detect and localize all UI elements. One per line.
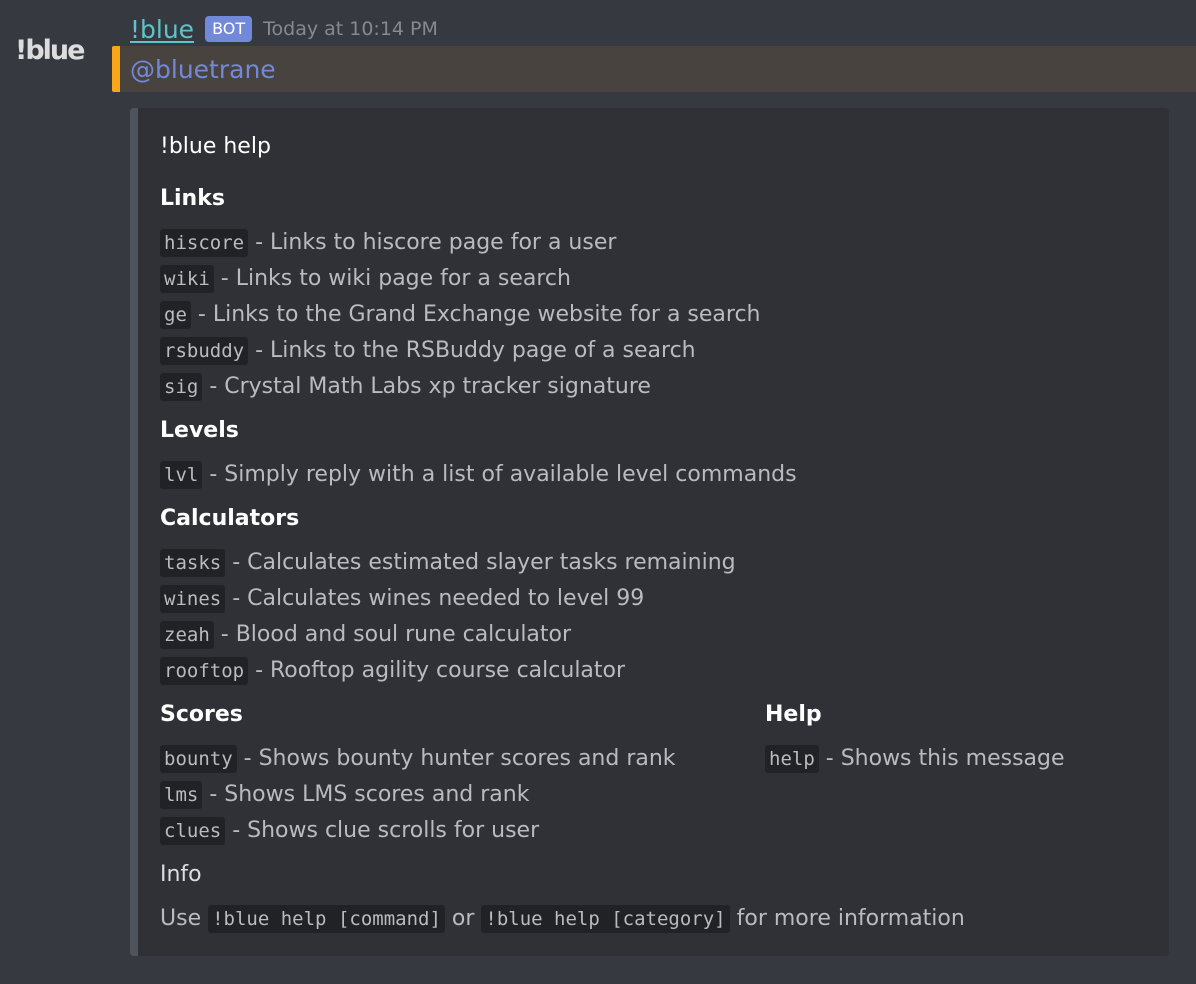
command-description: - Links to the Grand Exchange website fo… <box>197 302 761 327</box>
command-description: - Calculates estimated slayer tasks rema… <box>232 550 736 575</box>
bot-badge: BOT <box>205 16 253 42</box>
user-mention[interactable]: @bluetrane <box>130 53 276 87</box>
command-code: wines <box>160 585 226 613</box>
info-or: or <box>451 906 475 931</box>
command-code: bounty <box>160 745 237 773</box>
message-header: !blue BOT Today at 10:14 PM <box>130 11 438 47</box>
command-row: zeah - Blood and soul rune calculator <box>160 618 571 652</box>
command-code: lms <box>160 781 203 809</box>
command-code: tasks <box>160 549 226 577</box>
command-code: rooftop <box>160 657 249 685</box>
command-description: - Simply reply with a list of available … <box>209 462 797 487</box>
info-tail: for more information <box>736 906 965 931</box>
field-title-scores: Scores <box>160 702 243 727</box>
command-description: - Links to the RSBuddy page of a search <box>255 338 696 363</box>
command-row: bounty - Shows bounty hunter scores and … <box>160 742 676 776</box>
field-title-calculators: Calculators <box>160 506 300 531</box>
command-description: - Shows bounty hunter scores and rank <box>243 746 676 771</box>
command-row: sig - Crystal Math Labs xp tracker signa… <box>160 370 651 404</box>
command-row: tasks - Calculates estimated slayer task… <box>160 546 736 580</box>
command-code: !blue help [category] <box>481 905 730 933</box>
field-title-levels: Levels <box>160 418 239 443</box>
info-title: Info <box>160 862 202 887</box>
command-row: wiki - Links to wiki page for a search <box>160 262 571 296</box>
command-row: clues - Shows clue scrolls for user <box>160 814 539 848</box>
command-description: - Shows this message <box>825 746 1065 771</box>
field-title-help: Help <box>765 702 822 727</box>
message-timestamp: Today at 10:14 PM <box>263 18 438 40</box>
command-code: sig <box>160 373 203 401</box>
command-description: - Rooftop agility course calculator <box>255 658 626 683</box>
command-code: clues <box>160 817 226 845</box>
field-title-links: Links <box>160 186 225 211</box>
embed-title: !blue help <box>160 134 271 159</box>
author-name[interactable]: !blue <box>130 15 194 44</box>
command-description: - Links to hiscore page for a user <box>255 230 617 255</box>
command-code: ge <box>160 301 191 329</box>
command-description: - Blood and soul rune calculator <box>220 622 572 647</box>
command-code: hiscore <box>160 229 249 257</box>
command-code: help <box>765 745 819 773</box>
command-row: help - Shows this message <box>765 742 1065 776</box>
command-code: wiki <box>160 265 214 293</box>
command-row: rooftop - Rooftop agility course calcula… <box>160 654 625 688</box>
command-code: zeah <box>160 621 214 649</box>
command-description: - Shows clue scrolls for user <box>232 818 540 843</box>
command-code: rsbuddy <box>160 337 249 365</box>
command-row: ge - Links to the Grand Exchange website… <box>160 298 761 332</box>
command-description: - Calculates wines needed to level 99 <box>232 586 645 611</box>
bot-avatar[interactable]: !blue <box>15 32 85 70</box>
command-description: - Shows LMS scores and rank <box>209 782 530 807</box>
command-row: wines - Calculates wines needed to level… <box>160 582 644 616</box>
help-embed: !blue help Links hiscore - Links to hisc… <box>130 108 1169 956</box>
command-row: lms - Shows LMS scores and rank <box>160 778 529 812</box>
command-row: hiscore - Links to hiscore page for a us… <box>160 226 616 260</box>
command-code: !blue help [command] <box>208 905 445 933</box>
info-use: Use <box>160 906 202 931</box>
command-description: - Crystal Math Labs xp tracker signature <box>209 374 651 399</box>
command-description: - Links to wiki page for a search <box>220 266 571 291</box>
command-code: lvl <box>160 461 203 489</box>
command-row: rsbuddy - Links to the RSBuddy page of a… <box>160 334 696 368</box>
info-line: Use !blue help [command] or !blue help [… <box>160 902 965 936</box>
command-row: lvl - Simply reply with a list of availa… <box>160 458 797 492</box>
